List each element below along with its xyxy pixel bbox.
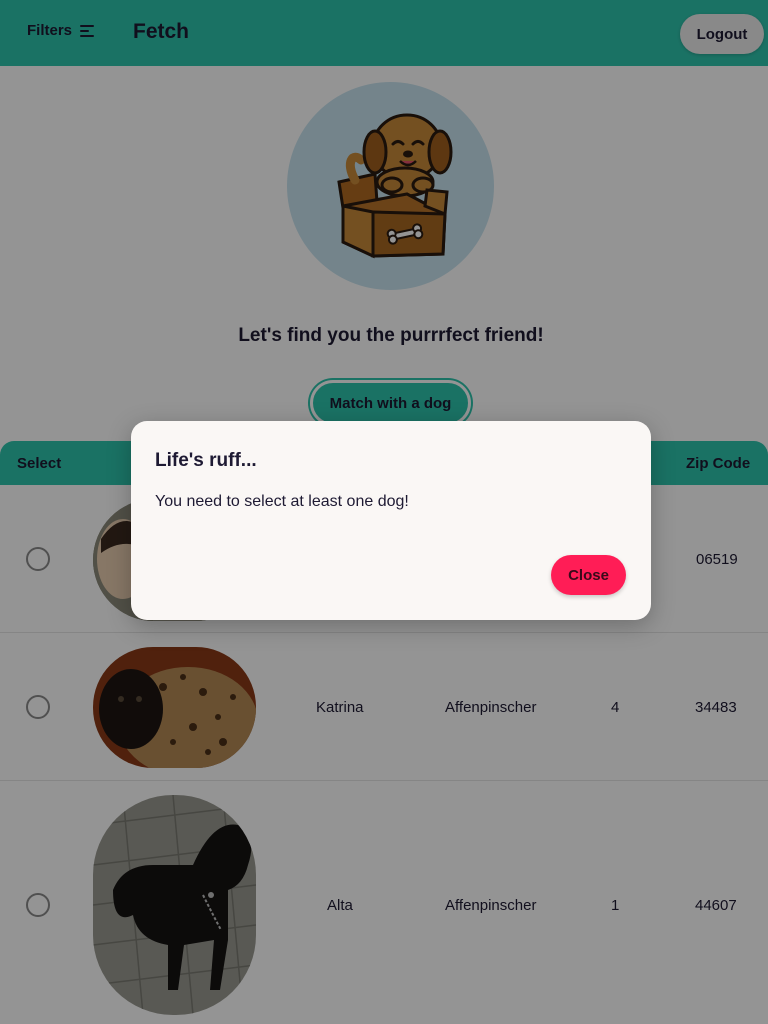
dialog-title: Life's ruff... [155, 450, 257, 471]
dialog-message: You need to select at least one dog! [155, 493, 409, 510]
alert-dialog: Life's ruff... You need to select at lea… [131, 421, 651, 620]
app: Filters Fetch Logout Let's find you the … [0, 0, 768, 1024]
close-button[interactable]: Close [551, 555, 626, 595]
